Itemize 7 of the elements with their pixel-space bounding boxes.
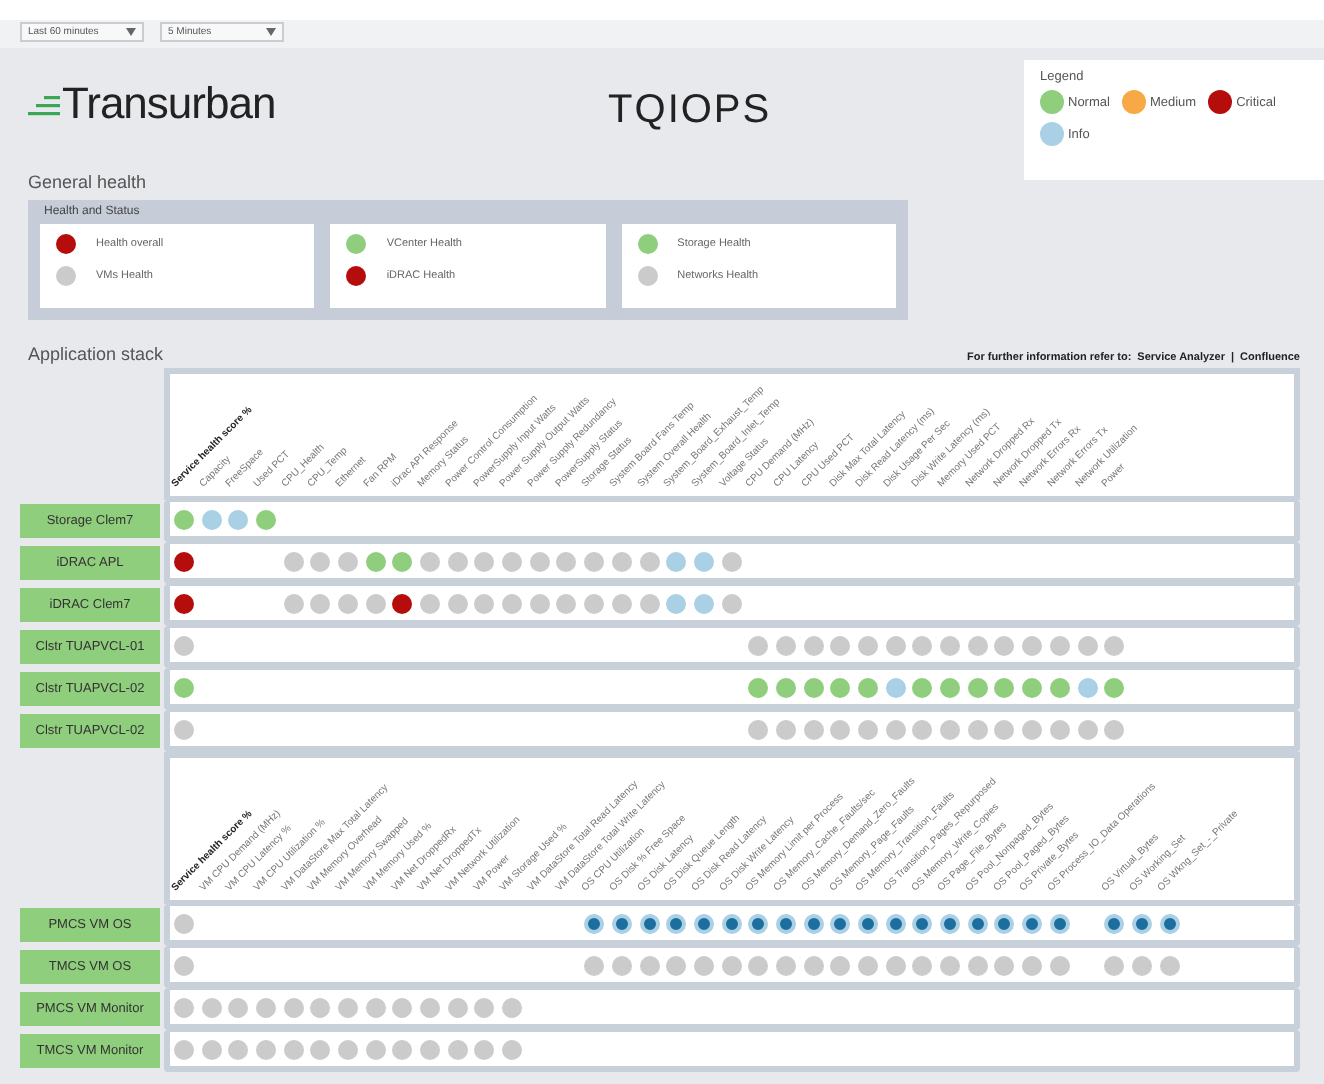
- logo-stripes-icon: [28, 90, 60, 118]
- dashboard-title: TQIOPS: [606, 88, 774, 134]
- caret-icon: [126, 28, 136, 36]
- section-title: General health: [28, 172, 149, 192]
- caret-icon: [266, 28, 276, 36]
- company-logo: Transurban: [62, 78, 276, 130]
- section-title: Application stack: [28, 344, 164, 364]
